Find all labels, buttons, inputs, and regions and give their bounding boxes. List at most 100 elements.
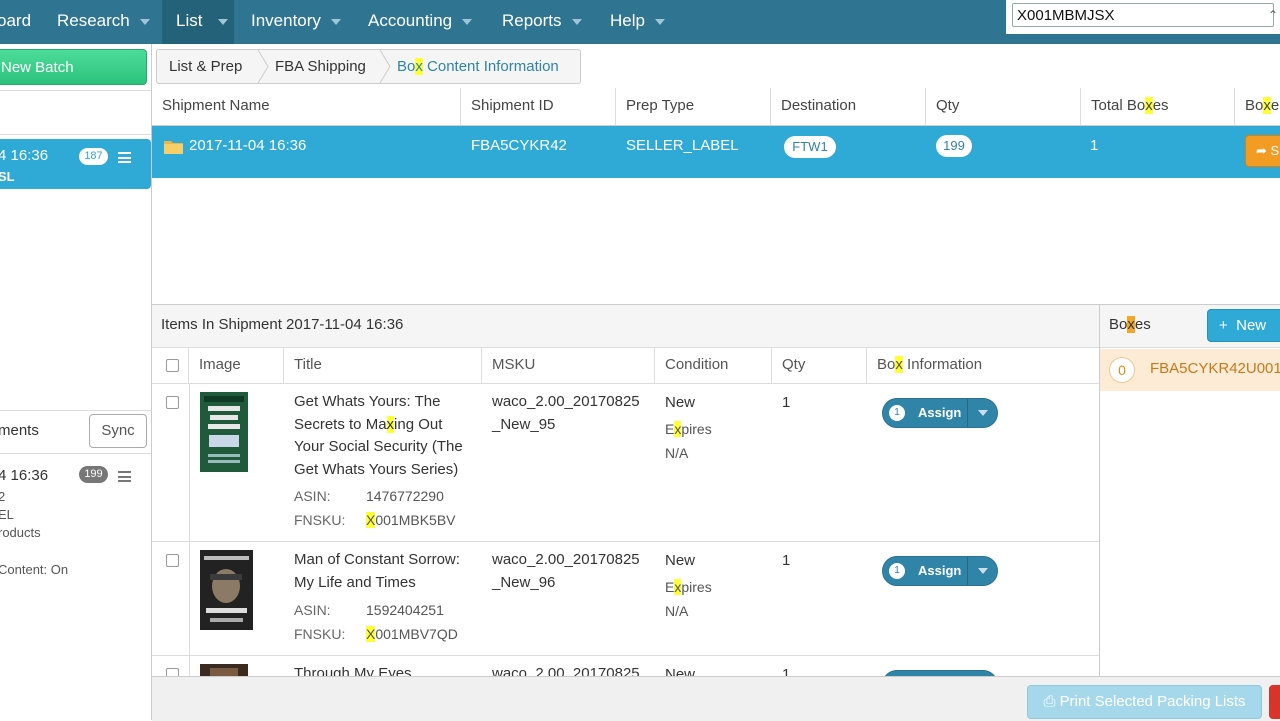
assign-box-button[interactable]: 1 Assign [882,556,998,586]
nav-research[interactable]: Research [57,0,150,44]
search-highlight: x [415,58,423,75]
search-highlight: x [386,415,395,433]
shipment-time[interactable]: 4 16:36 [0,467,48,484]
header-label: es [1152,97,1169,114]
menu-icon[interactable] [118,152,131,163]
destination-badge: FTW1 [784,136,836,158]
batch-item-active[interactable]: 4 16:36 SL 187 [0,139,151,189]
breadcrumb: List & Prep FBA Shipping Box Content Inf… [156,49,581,84]
fnsku-text: 001MBV7QD [375,626,458,642]
col-qty[interactable]: Qty [772,348,867,383]
divider [0,410,151,411]
fnsku-value: X001MBV7QD [366,626,458,642]
search-highlight: X [366,626,376,642]
assign-dropdown-toggle[interactable] [967,399,998,427]
item-title[interactable]: Through My Eyes [294,663,494,676]
button-label: Assign [918,563,962,578]
col-qty[interactable]: Qty [926,88,1081,125]
caret-down-icon [978,410,988,416]
title-text: es [1134,316,1151,333]
divider [0,453,151,454]
row-checkbox-cell [152,656,190,676]
assign-dropdown-toggle[interactable] [967,557,998,585]
expires-text: pires [681,579,712,595]
item-title[interactable]: Get Whats Yours: The Secrets to Maxing O… [294,391,474,481]
item-title[interactable]: Man of Constant Sorrow: My Life and Time… [294,549,474,594]
col-total-boxes[interactable]: Total Boxes [1081,88,1235,125]
breadcrumb-list-prep[interactable]: List & Prep [169,58,242,75]
new-batch-button[interactable]: New Batch [0,49,147,85]
nav-help[interactable]: Help [610,0,665,44]
nav-reports[interactable]: Reports [502,0,582,44]
asin-label: ASIN: [294,488,331,504]
col-title[interactable]: Title [284,348,482,383]
book-cover-image[interactable] [200,392,248,472]
nav-label: Accounting [368,11,453,30]
shipment-detail: EL [0,507,14,522]
col-boxes[interactable]: Boxe [1235,88,1280,125]
row-checkbox[interactable] [166,668,179,676]
breadcrumb-separator-icon [257,50,269,83]
nav-inventory[interactable]: Inventory [251,0,341,44]
fnsku-label: FNSKU: [294,626,346,642]
total-boxes: 1 [1090,137,1099,154]
ship-action-button[interactable]: ➦ S [1245,135,1280,167]
print-packing-lists-button[interactable]: ⎙ Print Selected Packing Lists [1027,685,1262,719]
caret-down-icon [462,18,473,25]
col-msku[interactable]: MSKU [482,348,655,383]
assign-box-button[interactable]: 1 Assign [882,398,998,428]
nav-label: List [176,11,203,30]
col-destination[interactable]: Destination [771,88,926,125]
col-shipment-id[interactable]: Shipment ID [461,88,616,125]
batch-subtitle: SL [0,169,15,184]
divider [0,134,151,135]
new-box-button[interactable]: + New [1207,309,1280,342]
search-highlight: X [366,512,376,528]
sync-button[interactable]: Sync [89,414,147,448]
caret-down-icon [571,18,582,25]
qty-badge: 199 [936,135,972,157]
select-all-checkbox[interactable] [166,359,179,372]
header-label: Bo [1245,97,1264,114]
button-label: New [1236,317,1267,334]
col-shipment-name[interactable]: Shipment Name [152,88,461,125]
caret-down-icon [654,18,665,25]
crumb-text: Content Information [422,58,559,75]
folder-icon [164,141,183,154]
nav-accounting[interactable]: Accounting [368,0,473,44]
breadcrumb-fba-shipping[interactable]: FBA Shipping [275,58,366,75]
header-label: Bo [877,356,896,373]
menu-icon[interactable] [118,471,131,482]
batch-time: 4 16:36 [0,147,49,164]
top-navigation: oard Research List Inventory Accounting … [0,0,1280,44]
box-id: FBA5CYKR42U001 [1150,360,1280,377]
box-item[interactable]: 0 FBA5CYKR42U001 [1100,349,1280,391]
shipments-table-header: Shipment Name Shipment ID Prep Type Dest… [152,88,1280,126]
search-input[interactable] [1012,3,1274,27]
row-checkbox[interactable] [166,554,179,567]
item-msku: waco_2.00_20170825 [492,665,640,676]
shipment-row-selected[interactable]: 2017-11-04 16:36 FBA5CYKR42 SELLER_LABEL… [152,126,1280,178]
button-label: Print Selected Packing Lists [1059,693,1246,710]
button-label: S [1270,143,1280,158]
crumb-text: Bo [397,58,416,75]
item-expires: Expires [665,421,712,437]
nav-label: oard [0,11,32,30]
red-action-button[interactable] [1269,685,1280,719]
book-cover-image[interactable] [200,550,253,630]
title-text: Bo [1109,316,1128,333]
footer-toolbar: ⎙ Print Selected Packing Lists [152,676,1280,721]
item-qty: 1 [782,394,791,411]
fnsku-text: 001MBK5BV [375,512,456,528]
col-prep-type[interactable]: Prep Type [616,88,771,125]
search-box: ⌃ [1006,0,1280,34]
nav-dashboard[interactable]: oard [0,0,31,44]
print-icon: ⎙ [1043,693,1056,710]
row-checkbox[interactable] [166,396,179,409]
book-cover-image[interactable] [200,664,248,676]
search-highlight: x [1263,97,1271,114]
nav-list[interactable]: List [162,0,234,44]
header-label: MSKU [492,356,536,373]
col-condition[interactable]: Condition [655,348,772,383]
chevron-up-icon[interactable]: ⌃ [1268,8,1280,22]
